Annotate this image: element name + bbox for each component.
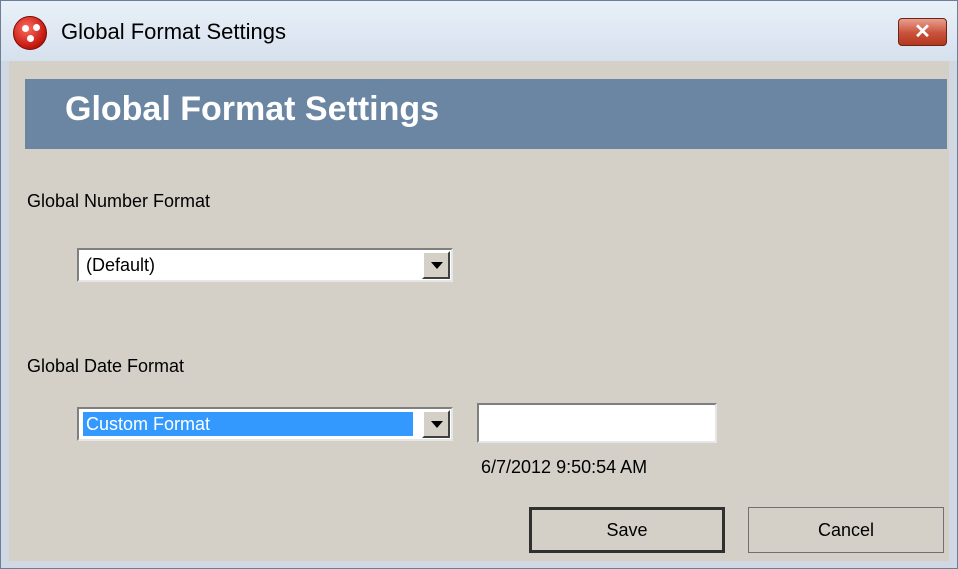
- chevron-down-icon[interactable]: [422, 251, 450, 279]
- window-title: Global Format Settings: [61, 19, 286, 44]
- date-preview: 6/7/2012 9:50:54 AM: [481, 457, 648, 477]
- custom-date-format-input[interactable]: [477, 403, 717, 443]
- dialog-body: Global Format Settings Global Number For…: [9, 61, 949, 561]
- close-button[interactable]: ✕: [898, 18, 947, 46]
- number-format-value: (Default): [86, 255, 156, 275]
- app-icon: [13, 16, 47, 50]
- save-button[interactable]: Save: [529, 507, 725, 553]
- header-banner: Global Format Settings: [25, 79, 947, 149]
- date-format-value: Custom Format: [83, 412, 413, 436]
- chevron-down-icon[interactable]: [422, 410, 450, 438]
- number-format-label: Global Number Format: [27, 191, 211, 211]
- dialog-window: Global Format Settings ✕ Global Format S…: [0, 0, 958, 569]
- date-format-dropdown[interactable]: Custom Format: [77, 407, 453, 441]
- title-bar[interactable]: Global Format Settings ✕: [1, 1, 957, 61]
- close-icon: ✕: [914, 21, 931, 43]
- number-format-dropdown[interactable]: (Default): [77, 248, 453, 282]
- banner-title: Global Format Settings: [65, 90, 440, 128]
- cancel-button[interactable]: Cancel: [748, 507, 944, 553]
- date-format-label: Global Date Format: [27, 356, 185, 376]
